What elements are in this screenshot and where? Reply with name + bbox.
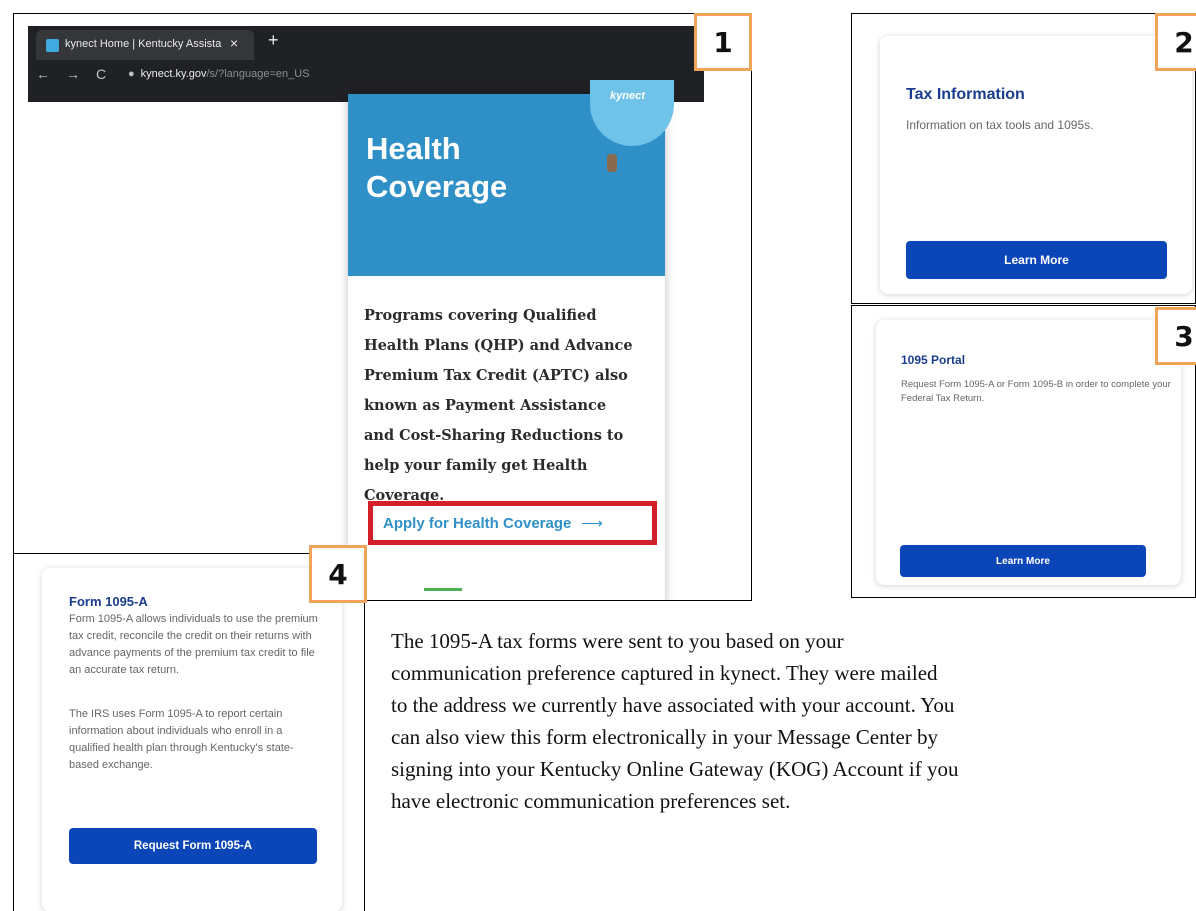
card-paragraph-2: The IRS uses Form 1095-A to report certa… <box>69 708 294 771</box>
favicon-icon <box>46 39 59 52</box>
url-host: kynect.ky.gov <box>140 68 207 80</box>
card-paragraph-1: Form 1095-A allows individuals to use th… <box>69 613 318 676</box>
card-title: Tax Information <box>906 86 1025 103</box>
lock-icon: ● <box>128 68 135 80</box>
screenshot-panel-form-1095-a: Form 1095-A Form 1095-A allows individua… <box>13 553 365 911</box>
learn-more-button[interactable]: Learn More <box>906 241 1167 279</box>
1095-portal-card: 1095 Portal Request Form 1095-A or Form … <box>876 320 1181 585</box>
reload-icon[interactable]: C <box>96 66 106 82</box>
learn-more-button[interactable]: Learn More <box>900 545 1146 577</box>
address-bar[interactable]: ● kynect.ky.gov/s/?language=en_US <box>128 68 310 80</box>
close-tab-icon[interactable]: × <box>230 35 238 51</box>
tab-title: kynect Home | Kentucky Assista <box>65 38 222 50</box>
card-description: Request Form 1095-A or Form 1095-B in or… <box>901 379 1171 404</box>
tax-information-card: Tax Information Information on tax tools… <box>880 36 1192 294</box>
forward-arrow-icon[interactable]: → <box>66 66 80 82</box>
callout-badge-4: 4 <box>309 545 367 603</box>
card-description: Programs covering Qualified Health Plans… <box>364 307 633 504</box>
url-path: /s/?language=en_US <box>206 68 310 80</box>
explanation-line: communication preference captured in kyn… <box>391 661 938 685</box>
callout-badge-3: 3 <box>1155 307 1196 365</box>
explanation-line: have electronic communication preference… <box>391 789 791 813</box>
new-tab-icon[interactable]: + <box>268 30 279 51</box>
nav-buttons: ← → C <box>36 66 122 82</box>
arrow-right-icon: ⟶ <box>581 515 603 532</box>
card-title: Form 1095-A <box>69 594 148 609</box>
card-description: Information on tax tools and 1095s. <box>906 118 1094 132</box>
divider <box>424 588 462 591</box>
form-1095-a-card: Form 1095-A Form 1095-A allows individua… <box>42 568 342 911</box>
explanation-line: to the address we currently have associa… <box>391 693 955 717</box>
apply-link-label: Apply for Health Coverage <box>383 514 572 532</box>
callout-badge-2: 2 <box>1155 13 1196 71</box>
card-title: 1095 Portal <box>901 353 966 367</box>
screenshot-panel-health-coverage: kynect Home | Kentucky Assista × + ← → C ●… <box>13 13 752 601</box>
apply-for-health-coverage-link[interactable]: Apply for Health Coverage ⟶ <box>368 501 657 545</box>
balloon-brand: kynect <box>610 90 645 102</box>
explanation-line: The 1095-A tax forms were sent to you ba… <box>391 629 844 653</box>
explanation-text: The 1095-A tax forms were sent to you ba… <box>391 625 1191 817</box>
explanation-line: signing into your Kentucky Online Gatewa… <box>391 757 959 781</box>
screenshot-panel-tax-information: Tax Information Information on tax tools… <box>851 13 1196 304</box>
balloon-basket-icon <box>607 154 617 172</box>
browser-tab[interactable]: kynect Home | Kentucky Assista × <box>36 30 254 60</box>
callout-badge-1: 1 <box>694 13 752 71</box>
explanation-line: can also view this form electronically i… <box>391 725 939 749</box>
back-arrow-icon[interactable]: ← <box>36 66 50 82</box>
card-title: Health Coverage <box>366 131 508 204</box>
request-form-1095-a-button[interactable]: Request Form 1095-A <box>69 828 317 864</box>
screenshot-panel-1095-portal: 1095 Portal Request Form 1095-A or Form … <box>851 305 1196 598</box>
